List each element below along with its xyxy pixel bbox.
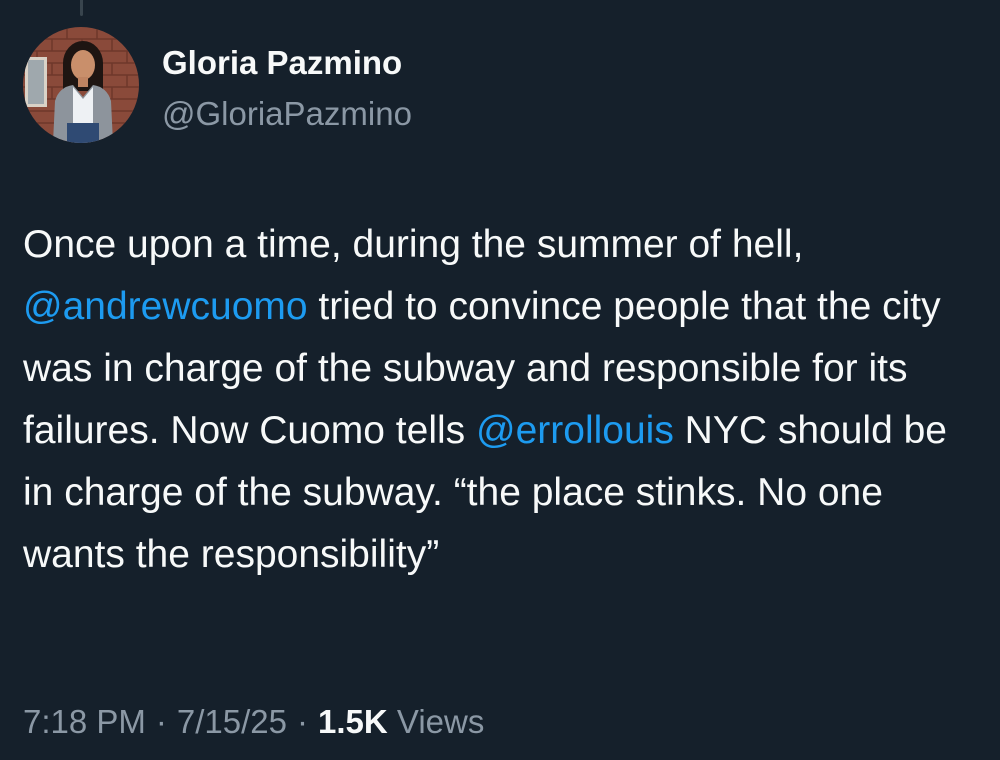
tweet-time[interactable]: 7:18 PM — [23, 703, 146, 740]
tweet-date[interactable]: 7/15/25 — [177, 703, 287, 740]
tweet-metadata: 7:18 PM · 7/15/25 · 1.5K Views — [23, 700, 484, 744]
views-label[interactable]: Views — [397, 703, 484, 740]
thread-connector-line — [80, 0, 83, 16]
mention-link-andrewcuomo[interactable]: @andrewcuomo — [23, 285, 308, 328]
author-display-name[interactable]: Gloria Pazmino — [162, 43, 412, 83]
tweet-author: Gloria Pazmino @GloriaPazmino — [162, 43, 412, 134]
tweet-text: Once upon a time, during the summer of h… — [23, 214, 983, 586]
meta-separator: · — [155, 703, 167, 740]
avatar[interactable] — [23, 27, 139, 143]
views-count[interactable]: 1.5K — [318, 703, 388, 740]
avatar-photo — [23, 27, 139, 143]
author-handle[interactable]: @GloriaPazmino — [162, 94, 412, 134]
meta-separator: · — [297, 703, 309, 740]
tweet-text-segment: Once upon a time, during the summer of h… — [23, 223, 804, 266]
mention-link-errollouis[interactable]: @errollouis — [476, 409, 674, 452]
